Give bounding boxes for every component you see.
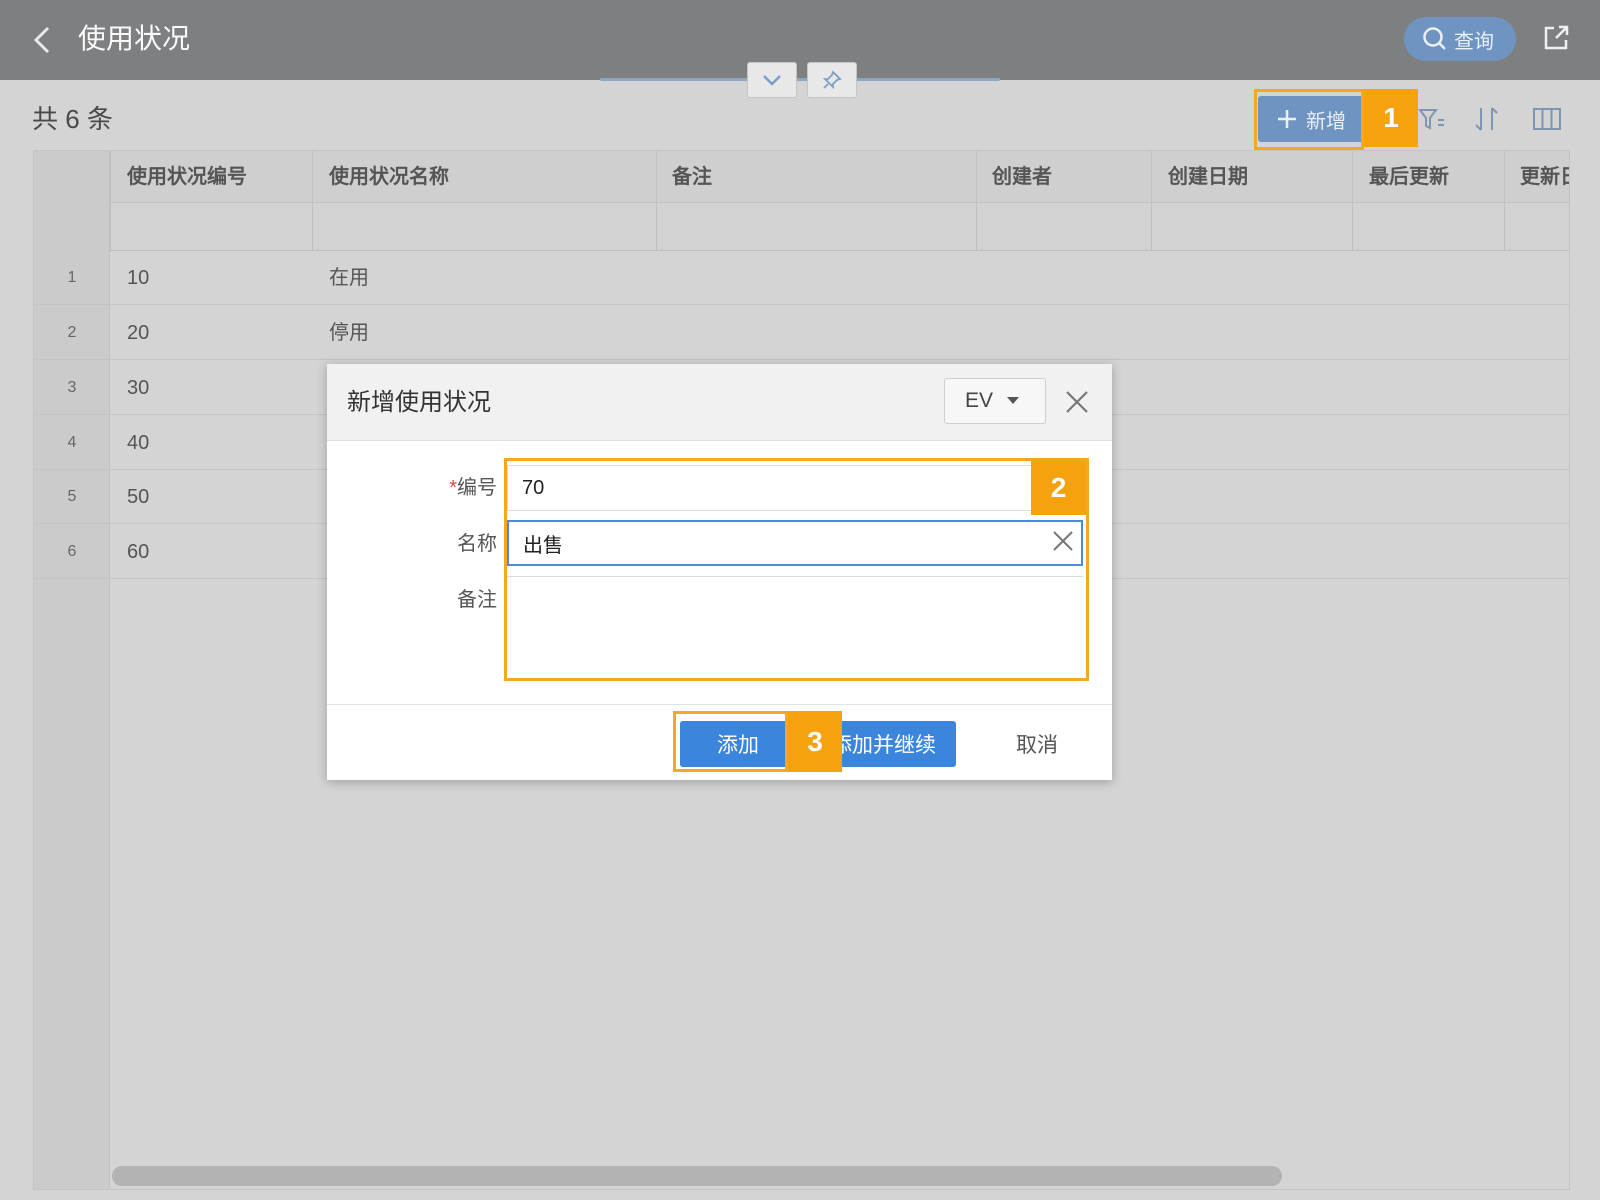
- cell-code: 40: [127, 432, 150, 454]
- cell-code: 60: [127, 541, 150, 563]
- dialog-footer-divider: [327, 704, 1112, 705]
- column-separator: [110, 151, 111, 251]
- row-number: 3: [67, 379, 77, 396]
- page-title: 使用状况: [78, 23, 191, 54]
- callout-badge-1: 1: [1364, 89, 1418, 147]
- column-separator: [1352, 151, 1353, 251]
- table-header: [34, 151, 1569, 203]
- cell-code: 10: [127, 267, 150, 289]
- column-separator: [1504, 151, 1505, 251]
- callout-highlight-confirm: [673, 711, 788, 772]
- column-header-code[interactable]: 使用状况编号: [127, 151, 247, 203]
- add-continue-label: 添加并继续: [831, 734, 936, 757]
- dialog-header: 新增使用状况 EV: [327, 364, 1112, 441]
- cell-name: 在用: [329, 267, 369, 289]
- remark-label: 备注: [457, 589, 497, 611]
- callout-highlight-add: [1254, 89, 1364, 150]
- app-header: 使用状况 查询: [0, 0, 1600, 80]
- pin-toggle[interactable]: [807, 62, 857, 98]
- search-icon: [1423, 27, 1446, 50]
- column-separator: [656, 151, 657, 251]
- query-label: 查询: [1454, 30, 1494, 53]
- row-number: 4: [67, 434, 77, 451]
- back-arrow-icon[interactable]: [30, 24, 54, 56]
- collapse-toggle[interactable]: [747, 62, 797, 98]
- record-count: 共 6 条: [32, 104, 113, 134]
- filter-icon[interactable]: [1414, 102, 1448, 136]
- cell-name: 停用: [329, 322, 369, 344]
- code-label: *编号: [449, 477, 497, 499]
- language-select[interactable]: EV: [944, 378, 1046, 424]
- cell-code: 50: [127, 486, 150, 508]
- column-header-updated-date[interactable]: 更新日: [1520, 151, 1569, 203]
- row-number: 2: [67, 324, 77, 341]
- language-value: EV: [965, 389, 994, 412]
- chevron-down-icon: [763, 75, 781, 86]
- horizontal-scrollbar[interactable]: [112, 1166, 1282, 1186]
- column-header-name[interactable]: 使用状况名称: [329, 151, 449, 203]
- pin-icon: [822, 70, 842, 90]
- row-number: 1: [67, 269, 77, 286]
- callout-badge-2: 2: [1031, 461, 1086, 515]
- row-number: 5: [67, 488, 77, 505]
- query-button[interactable]: 查询: [1404, 17, 1516, 61]
- dialog-title: 新增使用状况: [347, 389, 491, 416]
- callout-highlight-form: [504, 458, 1089, 681]
- caret-down-icon: [1007, 397, 1020, 404]
- column-header-last-updated[interactable]: 最后更新: [1369, 151, 1449, 203]
- column-header-remark[interactable]: 备注: [672, 151, 712, 203]
- columns-icon[interactable]: [1530, 102, 1564, 136]
- header-divider: [600, 78, 1000, 81]
- row-number: 6: [67, 543, 77, 560]
- filter-row[interactable]: [34, 203, 1569, 251]
- cell-code: 30: [127, 377, 150, 399]
- cancel-label: 取消: [1016, 734, 1058, 757]
- share-icon[interactable]: [1540, 22, 1572, 54]
- cancel-button[interactable]: 取消: [987, 721, 1087, 767]
- close-icon[interactable]: [1063, 388, 1091, 416]
- name-label: 名称: [457, 533, 497, 555]
- column-separator: [1151, 151, 1152, 251]
- column-header-creator[interactable]: 创建者: [992, 151, 1052, 203]
- table-row[interactable]: 1 10 在用: [34, 251, 1569, 305]
- sort-icon[interactable]: [1470, 102, 1504, 136]
- table-row[interactable]: 2 20 停用: [34, 306, 1569, 360]
- column-separator: [976, 151, 977, 251]
- callout-badge-3: 3: [788, 711, 842, 772]
- column-header-created-date[interactable]: 创建日期: [1168, 151, 1248, 203]
- column-separator: [312, 151, 313, 251]
- cell-code: 20: [127, 322, 150, 344]
